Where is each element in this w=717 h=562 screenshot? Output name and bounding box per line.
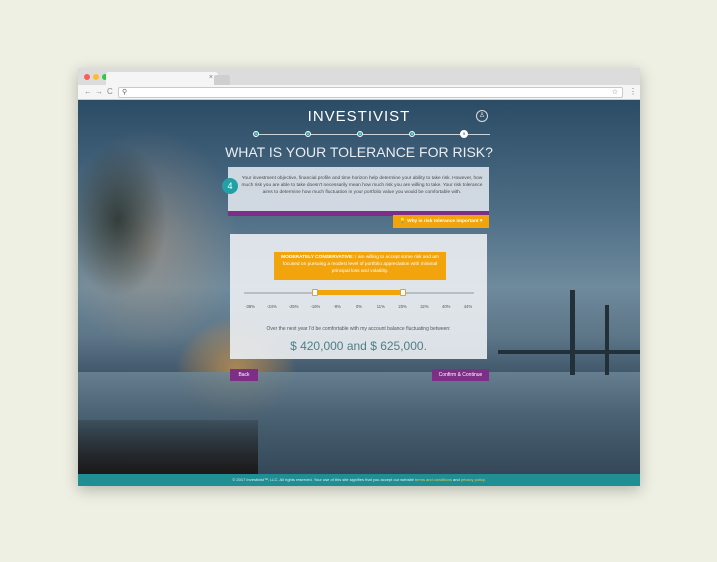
tab-close-icon[interactable]: × — [209, 73, 213, 83]
tab-bar: × — [78, 68, 640, 85]
balance-and-word: and — [346, 339, 367, 353]
browser-tab[interactable]: × — [106, 72, 218, 85]
intro-panel: Your investment objective, financial pro… — [228, 167, 489, 215]
progress-step[interactable]: 2 — [305, 131, 311, 137]
step-number-badge: 4 — [222, 178, 238, 194]
back-button[interactable]: Back — [230, 369, 258, 381]
risk-level-callout: MODERATELY CONSERVATIVE: I am willing to… — [274, 252, 446, 280]
progress-step-current[interactable]: 5 — [460, 130, 468, 138]
risk-level-label: MODERATELY CONSERVATIVE: — [281, 255, 354, 260]
address-bar-row: ← → C ⚲ ☆ ⋮ — [78, 85, 640, 100]
why-risk-tolerance-button[interactable]: 💡 Why is risk tolerance important ▾ — [393, 215, 489, 228]
investivist-logo[interactable]: INVESTIVIST — [306, 108, 412, 126]
balance-range: $ 420,000 and $ 625,000. — [230, 338, 487, 354]
risk-slider-range — [315, 290, 403, 295]
risk-slider-tick: 0% — [355, 304, 363, 309]
browser-window: × ← → C ⚲ ☆ ⋮ INVESTIVIST ♙ 1 2 3 4 5 WH… — [78, 68, 640, 486]
url-input[interactable]: ⚲ ☆ — [118, 87, 623, 98]
progress-step[interactable]: 1 — [253, 131, 259, 137]
footer-and: and — [453, 477, 460, 482]
minimize-window-dot[interactable] — [93, 74, 99, 80]
browser-menu-icon[interactable]: ⋮ — [629, 86, 637, 98]
user-account-icon[interactable]: ♙ — [476, 110, 488, 122]
why-risk-tolerance-label: Why is risk tolerance important ▾ — [407, 219, 483, 224]
background-tree — [78, 100, 218, 360]
new-tab-button[interactable] — [214, 75, 230, 85]
progress-step[interactable]: 4 — [409, 131, 415, 137]
close-window-dot[interactable] — [84, 74, 90, 80]
risk-slider-tick: -25% — [288, 304, 299, 309]
bridge-deck — [498, 350, 640, 354]
footer-copyright: © 2017 Investivist™, LLC. All rights res… — [232, 477, 414, 482]
privacy-link[interactable]: privacy policy. — [461, 477, 486, 482]
lightbulb-icon: 💡 — [399, 219, 406, 224]
risk-slider-tick: 40% — [441, 304, 451, 309]
terms-link[interactable]: terms and conditions — [415, 477, 452, 482]
forward-arrow-icon[interactable]: → — [95, 86, 103, 98]
risk-slider-tick: 20% — [398, 304, 407, 309]
balance-high-value: $ 625,000. — [370, 339, 427, 353]
bridge-pylon — [570, 290, 575, 375]
risk-slider-tick: -16% — [310, 304, 321, 309]
footer: © 2017 Investivist™, LLC. All rights res… — [78, 474, 640, 486]
back-arrow-icon[interactable]: ← — [84, 86, 92, 98]
risk-slider-tick: -38% — [245, 304, 255, 309]
risk-slider-tick: -34% — [266, 304, 277, 309]
background-rocks — [78, 420, 258, 474]
bookmark-star-icon[interactable]: ☆ — [612, 88, 618, 97]
balance-low-value: $ 420,000 — [290, 339, 344, 353]
risk-slider-tick: 32% — [420, 304, 429, 309]
risk-selector-panel: MODERATELY CONSERVATIVE: I am willing to… — [230, 234, 487, 359]
risk-slider-tick: 11% — [376, 304, 385, 309]
risk-slider-tick: 44% — [463, 304, 473, 309]
bridge-pylon — [605, 305, 609, 375]
progress-step[interactable]: 3 — [357, 131, 363, 137]
page-viewport: INVESTIVIST ♙ 1 2 3 4 5 WHAT IS YOUR TOL… — [78, 100, 640, 474]
risk-slider-low-handle[interactable] — [312, 289, 319, 296]
balance-fluctuation-description: Over the next year I'd be comfortable wi… — [266, 326, 451, 332]
risk-slider-tick: -8% — [333, 304, 341, 309]
progress-steps: 1 2 3 4 5 — [253, 130, 490, 138]
page-title: WHAT IS YOUR TOLERANCE FOR RISK? — [225, 144, 493, 160]
confirm-continue-button[interactable]: Confirm & Continue — [432, 369, 489, 381]
risk-slider-high-handle[interactable] — [399, 289, 406, 296]
intro-text: Your investment objective, financial pro… — [241, 176, 483, 196]
search-icon: ⚲ — [122, 89, 128, 96]
reload-icon[interactable]: C — [107, 86, 113, 98]
